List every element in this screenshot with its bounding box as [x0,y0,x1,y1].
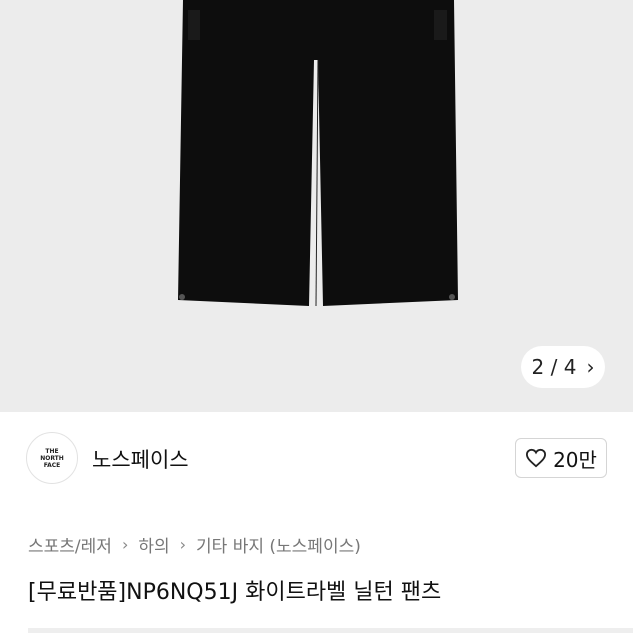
brand-logo[interactable]: THE NORTH FACE [26,432,78,484]
image-counter[interactable]: 2 / 4 › [521,346,605,388]
product-image-gallery[interactable]: 2 / 4 › [0,0,633,412]
like-button[interactable]: 20만 [515,438,607,478]
breadcrumb-item[interactable]: 하의 [138,532,169,557]
logo-line: NORTH [40,454,64,462]
chevron-right-icon[interactable]: › [586,355,594,379]
breadcrumb-item[interactable]: 기타 바지 (노스페이스) [196,532,361,557]
breadcrumb: 스포츠/레저 › 하의 › 기타 바지 (노스페이스) [28,532,361,557]
chevron-right-icon: › [121,535,129,554]
breadcrumb-item[interactable]: 스포츠/레저 [28,532,112,557]
like-count: 20만 [553,447,597,472]
logo-line: THE [45,447,59,455]
image-counter-text: 2 / 4 [531,355,577,379]
heart-outline-icon [526,448,547,468]
chevron-right-icon: › [179,535,187,554]
logo-line: FACE [43,461,61,469]
brand-name[interactable]: 노스페이스 [92,444,189,474]
divider [28,628,633,633]
product-title: [무료반품]NP6NQ51J 화이트라벨 닐턴 팬츠 [28,580,442,605]
